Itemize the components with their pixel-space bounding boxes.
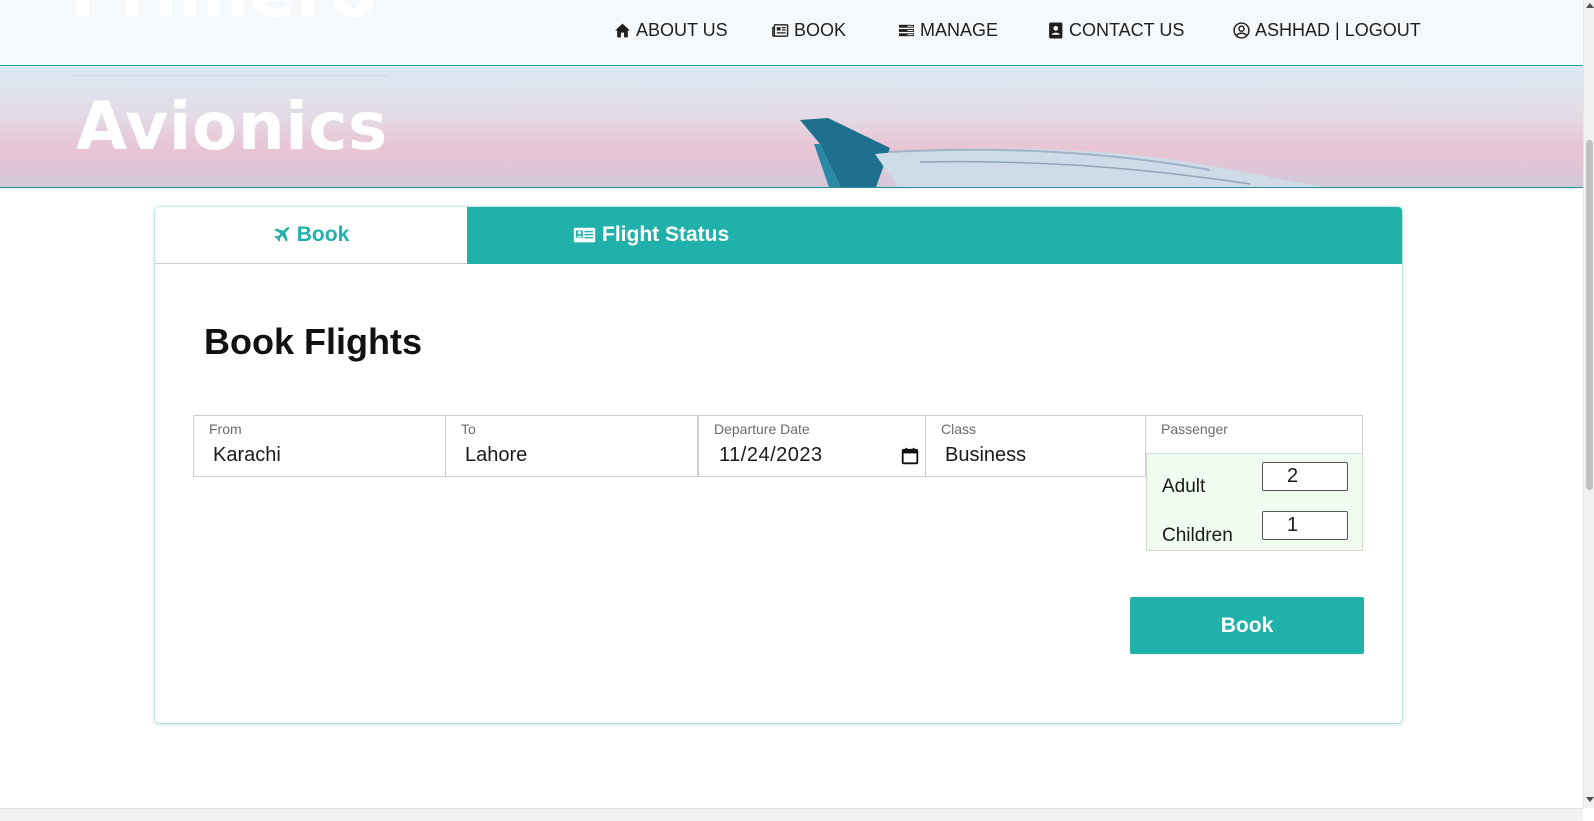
- nav-about-us[interactable]: ABOUT US: [614, 20, 728, 41]
- id-card-icon: [573, 227, 596, 243]
- scroll-up-arrow-icon[interactable]: [1586, 3, 1594, 8]
- children-row: Children 1: [1162, 511, 1348, 547]
- class-label: Class: [941, 421, 977, 437]
- nav-account-logout[interactable]: ASHHAD | LOGOUT: [1233, 20, 1421, 41]
- passenger-field[interactable]: Passenger: [1145, 415, 1363, 455]
- to-value: Lahore: [465, 444, 528, 466]
- passenger-label: Passenger: [1161, 421, 1228, 437]
- to-label: To: [461, 421, 476, 437]
- from-field[interactable]: From Karachi: [193, 415, 446, 477]
- brand-name-line2: Avionics: [76, 88, 388, 165]
- scroll-down-arrow-icon[interactable]: [1586, 797, 1594, 802]
- nav-manage[interactable]: MANAGE: [898, 20, 998, 41]
- calendar-icon[interactable]: [901, 447, 919, 465]
- from-value: Karachi: [213, 444, 281, 466]
- page-title: Book Flights: [204, 321, 422, 362]
- tab-flight-status[interactable]: Flight Status: [467, 207, 1402, 264]
- scrollbar-thumb[interactable]: [1586, 140, 1593, 490]
- contact-book-icon: [1049, 22, 1063, 39]
- departure-date-label: Departure Date: [714, 421, 810, 437]
- nav-contact-us-label: CONTACT US: [1069, 20, 1185, 40]
- brand-name-line1: Primero: [70, 0, 377, 28]
- children-label: Children: [1162, 525, 1233, 546]
- to-field[interactable]: To Lahore: [445, 415, 698, 477]
- adult-row: Adult 2: [1162, 462, 1348, 498]
- adult-label: Adult: [1162, 476, 1206, 497]
- home-icon: [615, 23, 630, 38]
- book-button[interactable]: Book: [1130, 597, 1364, 654]
- passenger-dropdown-panel: Adult 2 Children 1: [1146, 453, 1363, 551]
- adult-count-input[interactable]: 2: [1262, 462, 1348, 491]
- class-value: Business: [945, 444, 1027, 466]
- nav-about-us-label: ABOUT US: [636, 20, 728, 40]
- nav-manage-label: MANAGE: [920, 20, 999, 40]
- list-icon: [898, 24, 915, 37]
- children-count-input[interactable]: 1: [1262, 511, 1348, 540]
- hero-banner: ABOUT US BOOK MANAGE CONTACT US ASHHAD |…: [0, 0, 1583, 188]
- tab-book[interactable]: Book: [155, 207, 467, 264]
- vertical-scrollbar[interactable]: [1583, 0, 1594, 808]
- tab-flight-status-label: Flight Status: [602, 223, 730, 246]
- from-label: From: [209, 421, 242, 437]
- departure-date-value: 11/24/2023: [719, 444, 823, 466]
- tab-flight-status-content: Flight Status: [573, 223, 729, 247]
- booking-card: Book Flight Status Book Flights From Kar…: [155, 207, 1402, 723]
- horizontal-scrollbar[interactable]: [0, 808, 1583, 821]
- nav-account-logout-label: ASHHAD | LOGOUT: [1255, 20, 1421, 40]
- departure-date-field[interactable]: Departure Date 11/24/2023: [698, 415, 926, 477]
- plane-icon: [274, 227, 290, 242]
- nav-book-label: BOOK: [794, 20, 847, 40]
- nav-contact-us[interactable]: CONTACT US: [1047, 20, 1184, 41]
- tab-book-label: Book: [296, 223, 350, 246]
- class-field[interactable]: Class Business: [925, 415, 1146, 477]
- nav-book[interactable]: BOOK: [772, 20, 846, 41]
- user-circle-icon: [1233, 22, 1250, 39]
- airplane-wing-image: [800, 118, 1324, 187]
- brand-divider: [70, 75, 388, 76]
- newspaper-icon: [772, 24, 789, 37]
- booking-tabs: Book Flight Status: [155, 207, 1402, 264]
